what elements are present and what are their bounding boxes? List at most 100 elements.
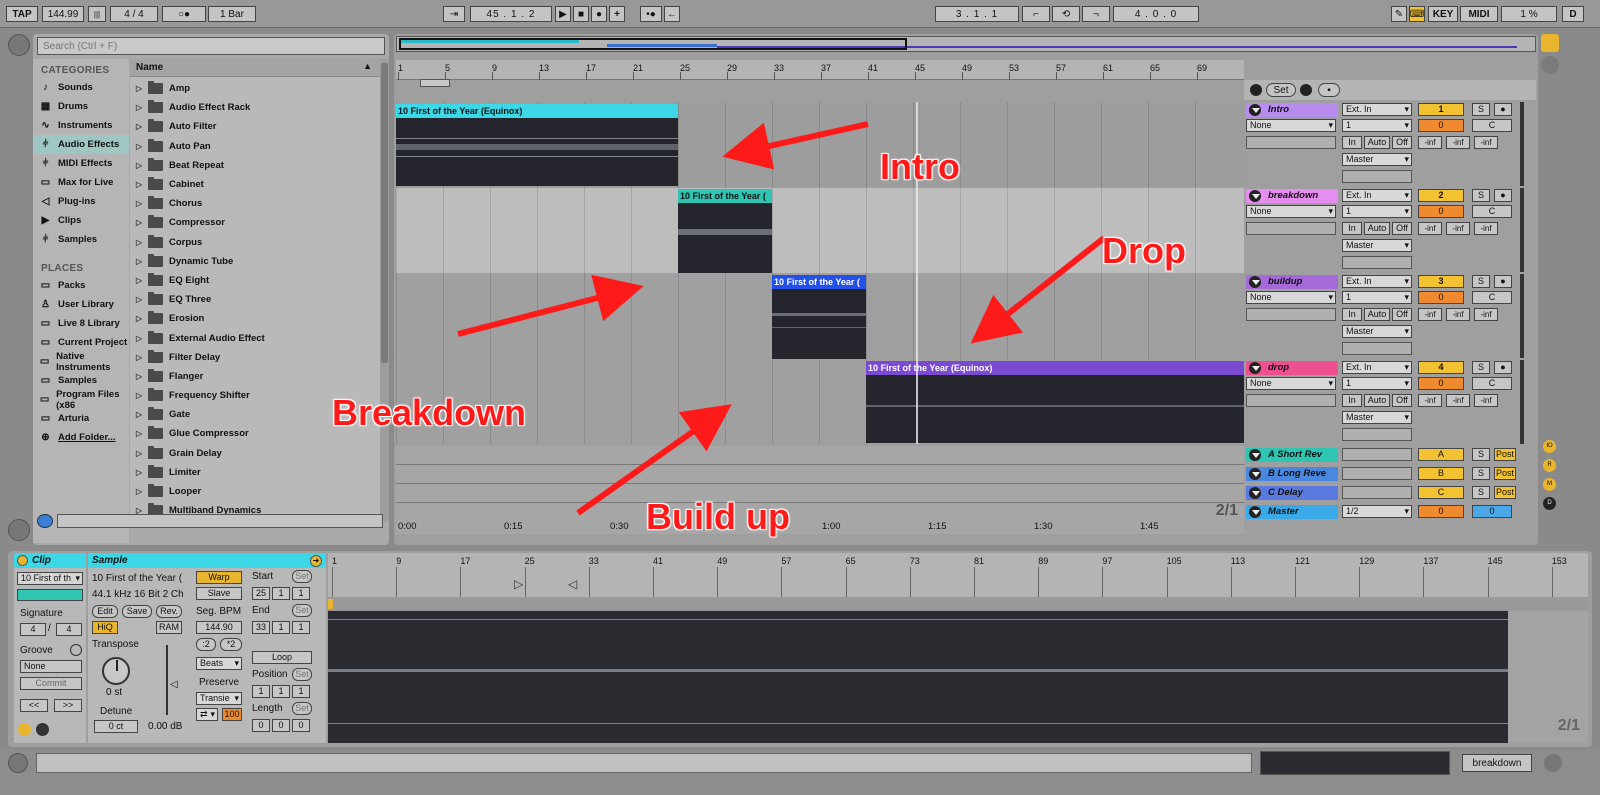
length-set-button[interactable]: Set bbox=[292, 702, 312, 715]
arm-button[interactable]: ● bbox=[1494, 361, 1512, 374]
monitor-off-button[interactable]: Off bbox=[1392, 308, 1412, 321]
category-drums[interactable]: ▦ Drums bbox=[33, 97, 129, 116]
output-select[interactable]: Master bbox=[1342, 153, 1412, 166]
punch-out-icon[interactable]: ¬ bbox=[1082, 6, 1110, 22]
browser-item[interactable]: ▷ EQ Three bbox=[130, 290, 380, 309]
track-header-breakdown[interactable]: breakdown bbox=[1246, 189, 1338, 203]
category-samples[interactable]: ⫩ Samples bbox=[33, 230, 129, 249]
loop-mode-select[interactable]: ⇄ bbox=[196, 708, 218, 721]
end-field-2[interactable]: 1 bbox=[292, 621, 310, 634]
draw-mode-icon[interactable]: ✎ bbox=[1391, 6, 1407, 22]
preview-bar[interactable] bbox=[57, 514, 383, 528]
pan-field[interactable]: C bbox=[1472, 377, 1512, 390]
expand-triangle-icon[interactable]: ▷ bbox=[136, 122, 144, 131]
output-channel-field[interactable] bbox=[1342, 170, 1412, 183]
signature-denominator[interactable]: 4 bbox=[56, 623, 82, 636]
track-fold-icon[interactable] bbox=[1249, 104, 1261, 116]
quantize-menu[interactable]: 1 Bar bbox=[208, 6, 256, 22]
monitor-in-button[interactable]: In bbox=[1342, 308, 1362, 321]
track-header-drop[interactable]: drop bbox=[1246, 361, 1338, 375]
previous-locator-icon[interactable] bbox=[1250, 84, 1262, 96]
double-tempo-button[interactable]: *2 bbox=[220, 638, 242, 651]
overdub-icon[interactable]: + bbox=[609, 6, 625, 22]
browser-item[interactable]: ▷ External Audio Effect bbox=[130, 328, 380, 347]
expand-triangle-icon[interactable]: ▷ bbox=[136, 161, 144, 170]
loop-start-field[interactable]: 3 . 1 . 1 bbox=[935, 6, 1019, 22]
start-field-2[interactable]: 1 bbox=[292, 587, 310, 600]
category-instruments[interactable]: ∿ Instruments bbox=[33, 116, 129, 135]
io-toggle-r[interactable]: R bbox=[1543, 459, 1556, 472]
loop-length-field[interactable]: 4 . 0 . 0 bbox=[1113, 6, 1199, 22]
track-header-intro[interactable]: Intro bbox=[1246, 103, 1338, 117]
track-fold-icon[interactable] bbox=[1249, 276, 1261, 288]
loop-start-marker-icon[interactable]: ▷ bbox=[514, 577, 523, 591]
play-icon[interactable]: ▶ bbox=[555, 6, 571, 22]
output-select[interactable]: Master bbox=[1342, 239, 1412, 252]
browser-item[interactable]: ▷ Filter Delay bbox=[130, 348, 380, 367]
punch-in-icon[interactable]: ⌐ bbox=[1022, 6, 1050, 22]
return-post[interactable]: Post bbox=[1494, 467, 1516, 480]
browser-item[interactable]: ▷ Dynamic Tube bbox=[130, 252, 380, 271]
start-field-0[interactable]: 25 bbox=[252, 587, 270, 600]
volume-field[interactable]: 0 bbox=[1418, 119, 1464, 132]
expand-triangle-icon[interactable]: ▷ bbox=[136, 372, 144, 381]
commit-button[interactable]: Commit bbox=[20, 677, 82, 690]
return-solo[interactable]: S bbox=[1472, 448, 1490, 461]
next-locator-icon[interactable] bbox=[1300, 84, 1312, 96]
input-channel-select[interactable]: 1 bbox=[1342, 377, 1412, 390]
category-clips[interactable]: ▶ Clips bbox=[33, 211, 129, 230]
half-tempo-button[interactable]: :2 bbox=[196, 638, 216, 651]
volume-field[interactable]: 0 bbox=[1418, 205, 1464, 218]
hiq-button[interactable]: HiQ bbox=[92, 621, 118, 634]
start-field-1[interactable]: 1 bbox=[272, 587, 290, 600]
loop-switch-icon[interactable]: ⟲ bbox=[1052, 6, 1080, 22]
preserve-select[interactable]: Transie bbox=[196, 692, 242, 705]
pan-field[interactable]: C bbox=[1472, 205, 1512, 218]
arm-button[interactable]: ● bbox=[1494, 275, 1512, 288]
expand-triangle-icon[interactable]: ▷ bbox=[136, 314, 144, 323]
arm-button[interactable]: ● bbox=[1494, 189, 1512, 202]
start-set-button[interactable]: Set bbox=[292, 570, 312, 583]
track-chooser-field[interactable] bbox=[1246, 222, 1336, 235]
expand-triangle-icon[interactable]: ▷ bbox=[136, 410, 144, 419]
back-to-arrangement-icon[interactable]: ← bbox=[664, 6, 680, 22]
clip-activator-icon[interactable] bbox=[17, 555, 28, 566]
position-field-1[interactable]: 1 bbox=[272, 685, 290, 698]
signature-numerator[interactable]: 4 bbox=[20, 623, 46, 636]
monitor-auto-button[interactable]: Auto bbox=[1364, 222, 1390, 235]
category-plug-ins[interactable]: ◁ Plug-ins bbox=[33, 192, 129, 211]
browser-item[interactable]: ▷ Looper bbox=[130, 482, 380, 501]
track-routing-select[interactable]: None bbox=[1246, 377, 1336, 390]
gain-slider[interactable] bbox=[166, 645, 168, 715]
loop-bar[interactable] bbox=[328, 597, 1588, 611]
browser-item[interactable]: ▷ Grain Delay bbox=[130, 444, 380, 463]
song-position-field[interactable]: 45 . 1 . 2 bbox=[470, 6, 552, 22]
place-packs[interactable]: ▭ Packs bbox=[33, 276, 129, 295]
place-program-files-x86[interactable]: ▭ Program Files (x86 bbox=[33, 389, 129, 411]
nudge-right-button[interactable]: >> bbox=[54, 699, 82, 712]
io-toggle-io[interactable]: IO bbox=[1543, 440, 1556, 453]
automation-arm-icon[interactable]: •● bbox=[640, 6, 662, 22]
io-toggle-m[interactable]: M bbox=[1543, 478, 1556, 491]
browser-toggle-icon[interactable] bbox=[8, 34, 30, 56]
browser-item[interactable]: ▷ Compressor bbox=[130, 213, 380, 232]
record-icon[interactable]: ● bbox=[591, 6, 607, 22]
return-track-2[interactable]: C Delay bbox=[1246, 486, 1338, 500]
reverse-button[interactable]: Rev. bbox=[156, 605, 182, 618]
save-button[interactable]: Save bbox=[122, 605, 152, 618]
input-type-select[interactable]: Ext. In bbox=[1342, 189, 1412, 202]
browser-item[interactable]: ▷ Erosion bbox=[130, 309, 380, 328]
monitor-off-button[interactable]: Off bbox=[1392, 136, 1412, 149]
scrollbar-thumb[interactable] bbox=[381, 63, 388, 363]
return-activator[interactable]: C bbox=[1418, 486, 1464, 499]
track-activator-button[interactable]: 2 bbox=[1418, 189, 1464, 202]
monitor-in-button[interactable]: In bbox=[1342, 136, 1362, 149]
expand-triangle-icon[interactable]: ▷ bbox=[136, 429, 144, 438]
warp-button[interactable]: Warp bbox=[196, 571, 242, 584]
io-toggle-d[interactable]: D bbox=[1543, 497, 1556, 510]
expand-triangle-icon[interactable]: ▷ bbox=[136, 142, 144, 151]
track-fold-icon[interactable] bbox=[1249, 362, 1261, 374]
place-current-project[interactable]: ▭ Current Project bbox=[33, 333, 129, 352]
pan-field[interactable]: C bbox=[1472, 119, 1512, 132]
output-channel-field[interactable] bbox=[1342, 342, 1412, 355]
